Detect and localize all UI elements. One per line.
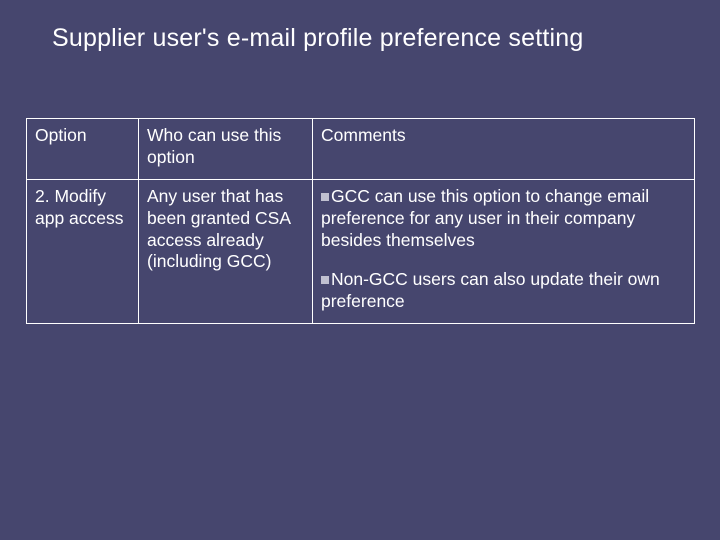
options-table: Option Who can use this option Comments … [26,118,695,324]
slide: Supplier user's e-mail profile preferenc… [0,0,720,540]
cell-option: 2. Modify app access [27,179,139,323]
page-title: Supplier user's e-mail profile preferenc… [52,24,584,53]
col-header-option: Option [27,119,139,180]
square-bullet-icon [321,276,329,284]
col-header-who: Who can use this option [139,119,313,180]
col-header-comments: Comments [313,119,695,180]
table-row: 2. Modify app access Any user that has b… [27,179,695,323]
cell-who: Any user that has been granted CSA acces… [139,179,313,323]
cell-comments: GCC can use this option to change email … [313,179,695,323]
table-header-row: Option Who can use this option Comments [27,119,695,180]
square-bullet-icon [321,193,329,201]
comment-text: Non-GCC users can also update their own … [321,269,660,311]
comment-item: Non-GCC users can also update their own … [321,269,686,313]
comment-item: GCC can use this option to change email … [321,186,686,252]
comment-text: GCC can use this option to change email … [321,186,649,250]
